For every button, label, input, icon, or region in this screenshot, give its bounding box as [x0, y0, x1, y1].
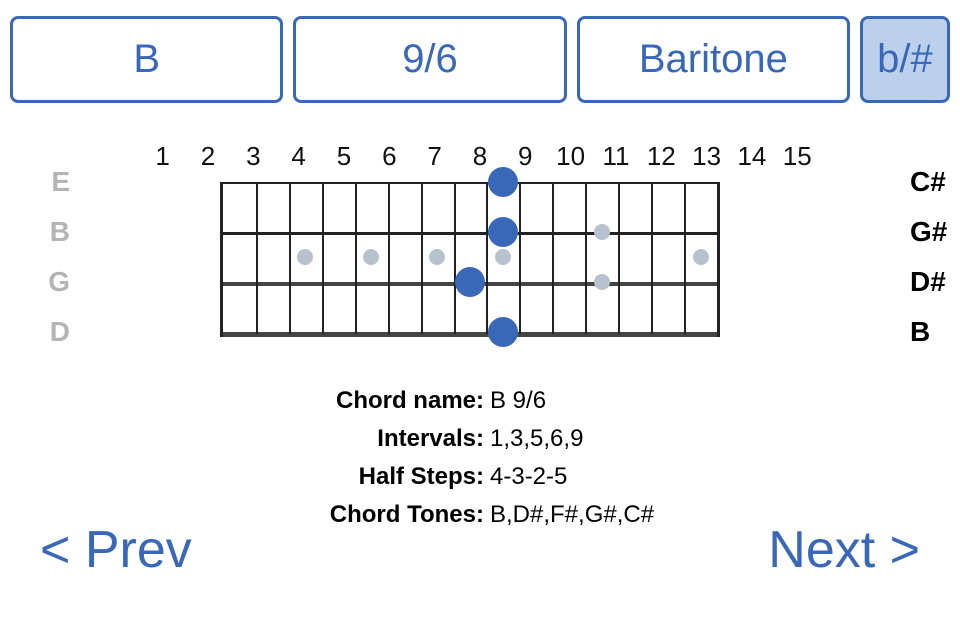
- fret-number: 3: [231, 141, 276, 172]
- info-key: Intervals:: [40, 420, 490, 458]
- chord-dot: [455, 267, 485, 297]
- fretted-note-label: D#: [910, 266, 946, 298]
- chord-name-value: B 9/6: [490, 382, 546, 420]
- half-steps-value: 4-3-2-5: [490, 458, 567, 496]
- fret-line: [388, 182, 390, 334]
- root-selector[interactable]: B: [10, 16, 283, 103]
- intervals-value: 1,3,5,6,9: [490, 420, 583, 458]
- fret-inlay: [594, 224, 610, 240]
- fret-line: [355, 182, 357, 334]
- fret-number: 5: [321, 141, 366, 172]
- fret-line: [322, 182, 324, 334]
- fret-line: [552, 182, 554, 334]
- chord-info: Chord name: B 9/6 Intervals: 1,3,5,6,9 H…: [40, 382, 920, 534]
- info-key: Chord name:: [40, 382, 490, 420]
- fret-line: [585, 182, 587, 334]
- fret-line: [651, 182, 653, 334]
- fret-number: 9: [503, 141, 548, 172]
- fret-inlay: [363, 249, 379, 265]
- fret-line: [256, 182, 258, 334]
- open-string-label: D: [50, 316, 70, 348]
- info-key: Half Steps:: [40, 458, 490, 496]
- fret-line: [519, 182, 521, 334]
- fret-line: [684, 182, 686, 334]
- fretted-note-label: C#: [910, 166, 946, 198]
- fret-line: [618, 182, 620, 334]
- open-string-label: G: [48, 266, 70, 298]
- fret-number: 4: [276, 141, 321, 172]
- chord-dot: [488, 217, 518, 247]
- fret-number: 13: [684, 141, 729, 172]
- fret-number: 6: [367, 141, 412, 172]
- fretted-note-label: G#: [910, 216, 947, 248]
- fret-number: 2: [185, 141, 230, 172]
- accidental-toggle[interactable]: b/#: [860, 16, 950, 103]
- fret-line: [454, 182, 456, 334]
- tuning-selector[interactable]: Baritone: [577, 16, 850, 103]
- chord-dot: [488, 167, 518, 197]
- fret-inlay: [297, 249, 313, 265]
- open-string-label: B: [50, 216, 70, 248]
- fretted-note-label: B: [910, 316, 930, 348]
- fret-line: [289, 182, 291, 334]
- open-string-label: E: [51, 166, 70, 198]
- fret-number-row: 123456789101112131415: [140, 141, 820, 182]
- fret-line: [421, 182, 423, 334]
- fret-number: 11: [593, 141, 638, 172]
- fretboard-diagram: 123456789101112131415 EBGD C#G#D#B Chord…: [0, 141, 960, 534]
- string-line: [223, 232, 717, 235]
- fret-number: 7: [412, 141, 457, 172]
- fretboard-grid: [223, 182, 717, 337]
- fret-line: [486, 182, 488, 334]
- fret-inlay: [429, 249, 445, 265]
- prev-button[interactable]: < Prev: [40, 520, 192, 580]
- chord-dot: [488, 317, 518, 347]
- string-line: [223, 332, 717, 337]
- fret-number: 1: [140, 141, 185, 172]
- string-line: [223, 182, 717, 184]
- fret-number: 12: [639, 141, 684, 172]
- fret-inlay: [693, 249, 709, 265]
- fret-number: 14: [729, 141, 774, 172]
- fret-inlay: [594, 274, 610, 290]
- next-button[interactable]: Next >: [768, 520, 920, 580]
- fret-inlay: [495, 249, 511, 265]
- fret-number: 10: [548, 141, 593, 172]
- fret-number: 15: [775, 141, 820, 172]
- chord-type-selector[interactable]: 9/6: [293, 16, 566, 103]
